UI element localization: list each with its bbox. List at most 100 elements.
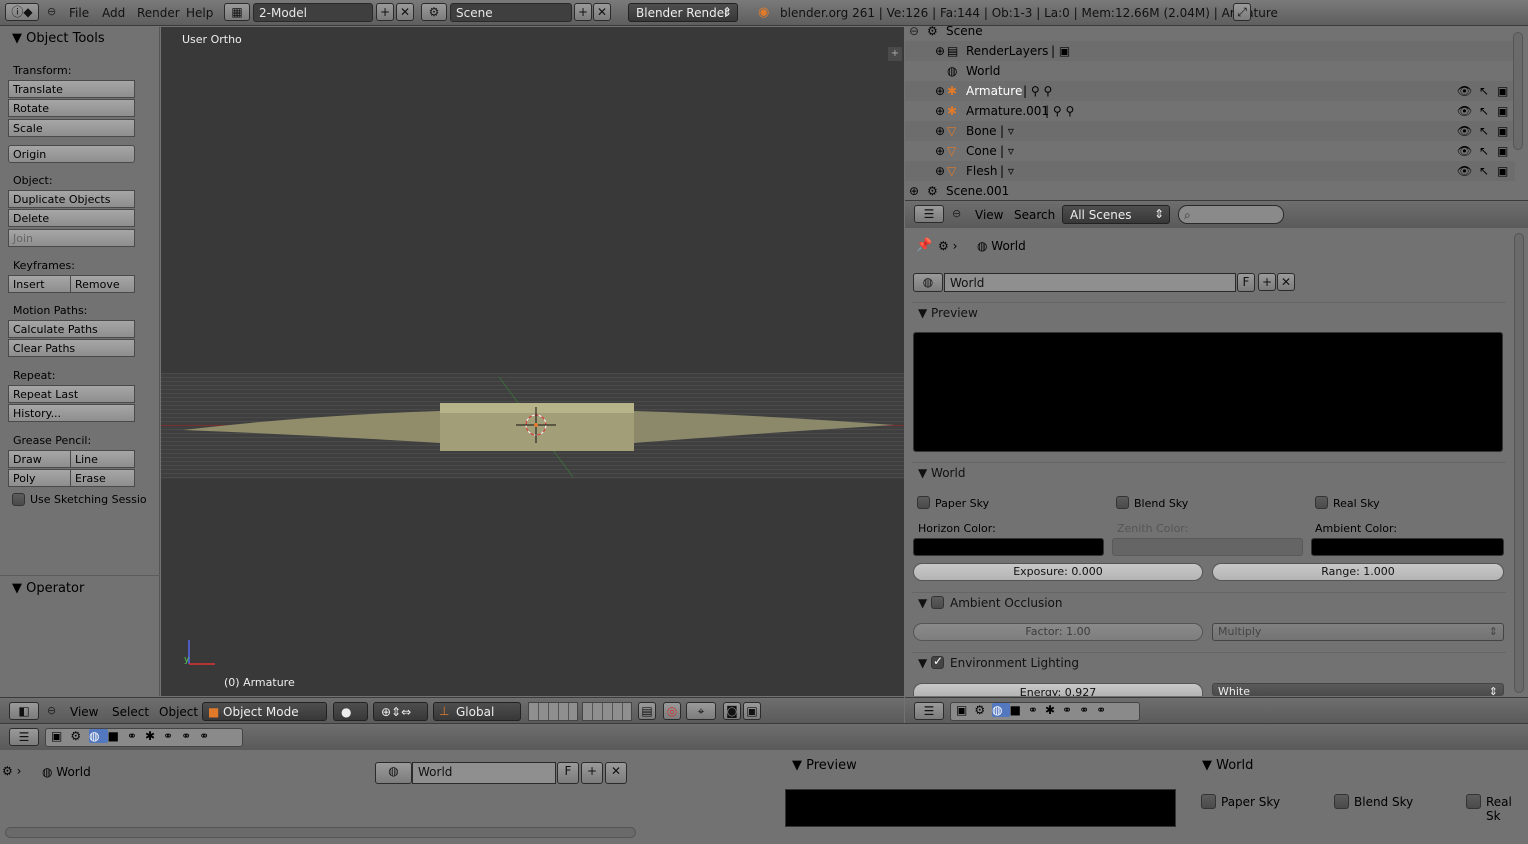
- mesh-object[interactable]: [161, 367, 904, 487]
- properties-toggle-icon[interactable]: +: [888, 47, 902, 61]
- editor-type-icon[interactable]: ☰: [914, 205, 944, 223]
- draw-button[interactable]: Draw: [8, 450, 71, 468]
- clear-paths-button[interactable]: Clear Paths: [8, 339, 135, 357]
- outliner-search-menu[interactable]: Search: [1014, 208, 1055, 222]
- poly-button[interactable]: Poly: [8, 469, 71, 487]
- calculate-paths-button[interactable]: Calculate Paths: [8, 320, 135, 338]
- outliner-row-scene-001[interactable]: ⊕ ⚙ Scene.001: [905, 181, 1515, 201]
- erase-button[interactable]: Erase: [70, 469, 135, 487]
- outliner-row-armature[interactable]: ⊕ ✱ Armature | ⚲ ⚲ 👁 ↖ ▣: [905, 81, 1515, 101]
- ambient-color-swatch[interactable]: [1311, 538, 1504, 556]
- select-cursor-icon[interactable]: ↖: [1479, 84, 1489, 98]
- render-camera-icon[interactable]: ▣: [1497, 104, 1508, 118]
- collapse-icon[interactable]: ⊖: [47, 5, 56, 18]
- ao-blend-dropdown[interactable]: Multiply ⇕: [1212, 623, 1504, 641]
- 3d-viewport[interactable]: User Ortho + y (0) Armature: [161, 27, 904, 696]
- render-camera-icon[interactable]: ▣: [1497, 164, 1508, 178]
- blend-sky-checkbox[interactable]: [1334, 794, 1349, 809]
- repeat-last-button[interactable]: Repeat Last: [8, 385, 135, 403]
- remove-scene-button[interactable]: ✕: [593, 3, 611, 21]
- properties-scrollbar[interactable]: [1514, 233, 1524, 693]
- object-tools-header[interactable]: ▼ Object Tools: [12, 31, 105, 46]
- fake-user-button[interactable]: F: [557, 762, 579, 784]
- pivot-dropdown[interactable]: ⊕⇕⇔: [373, 702, 428, 721]
- outliner-scrollbar[interactable]: [1513, 32, 1523, 150]
- mode-dropdown[interactable]: ■ Object Mode: [202, 702, 327, 721]
- editor-type-icon[interactable]: ☰: [914, 702, 944, 720]
- history-button[interactable]: History...: [8, 404, 135, 422]
- remove-screen-button[interactable]: ✕: [396, 3, 414, 21]
- env-color-dropdown[interactable]: White ⇕: [1212, 683, 1504, 696]
- snap-icon[interactable]: ⌖: [686, 702, 716, 720]
- duplicate-objects-button[interactable]: Duplicate Objects: [8, 190, 135, 208]
- shading-dropdown[interactable]: ●: [333, 702, 368, 721]
- world-name-field[interactable]: World: [944, 273, 1236, 292]
- collapse-icon[interactable]: ⊖: [47, 704, 56, 717]
- unlink-world-button[interactable]: ✕: [1277, 273, 1295, 291]
- orientation-dropdown[interactable]: ⊥ Global: [433, 702, 521, 721]
- visibility-eye-icon[interactable]: 👁: [1457, 144, 1472, 158]
- visibility-eye-icon[interactable]: 👁: [1457, 104, 1472, 118]
- select-menu[interactable]: Select: [112, 705, 149, 719]
- select-cursor-icon[interactable]: ↖: [1479, 164, 1489, 178]
- render-icon[interactable]: ◙: [723, 702, 741, 720]
- paper-sky-checkbox[interactable]: [917, 496, 930, 509]
- proportional-edit-icon[interactable]: ◎: [663, 702, 681, 720]
- ao-factor-slider[interactable]: Factor: 1.00: [913, 623, 1203, 641]
- add-screen-button[interactable]: +: [376, 3, 394, 21]
- sketching-session-checkbox[interactable]: [12, 493, 25, 506]
- outliner-row-cone[interactable]: ⊕ ▽ Cone | ▿ 👁 ↖ ▣: [905, 141, 1515, 161]
- horizontal-scrollbar[interactable]: [5, 827, 636, 838]
- zenith-color-swatch[interactable]: [1112, 538, 1303, 556]
- context-tabs[interactable]: ▣⚙◍■⚭✱⚭⚭⚭: [950, 702, 1140, 721]
- select-cursor-icon[interactable]: ↖: [1479, 144, 1489, 158]
- select-cursor-icon[interactable]: ↖: [1479, 124, 1489, 138]
- new-world-button[interactable]: +: [1258, 273, 1276, 291]
- translate-button[interactable]: Translate: [8, 80, 135, 98]
- visibility-eye-icon[interactable]: 👁: [1457, 124, 1472, 138]
- layer-buttons[interactable]: [528, 702, 578, 721]
- preview-panel-header[interactable]: ▼ Preview: [912, 302, 1506, 324]
- unlink-world-button[interactable]: ✕: [605, 762, 627, 784]
- visibility-eye-icon[interactable]: 👁: [1457, 164, 1472, 178]
- scene-field[interactable]: Scene: [450, 3, 572, 22]
- real-sky-checkbox[interactable]: [1466, 794, 1481, 809]
- energy-slider[interactable]: Energy: 0.927: [913, 683, 1203, 696]
- collapse-icon[interactable]: ⊖: [952, 207, 961, 220]
- render-engine-dropdown[interactable]: Blender Render ⇕: [628, 3, 738, 22]
- world-name-field[interactable]: World: [412, 762, 556, 784]
- screen-field[interactable]: 2-Model: [253, 3, 373, 22]
- new-world-button[interactable]: +: [581, 762, 603, 784]
- remove-keyframe-button[interactable]: Remove: [70, 275, 135, 293]
- world-panel-header[interactable]: ▼ World: [1202, 758, 1253, 773]
- insert-keyframe-button[interactable]: Insert: [8, 275, 71, 293]
- paper-sky-checkbox[interactable]: [1201, 794, 1216, 809]
- context-tabs[interactable]: ▣⚙◍■⚭✱⚭⚭⚭: [45, 728, 243, 747]
- menu-render[interactable]: Render: [137, 6, 180, 20]
- menu-file[interactable]: File: [69, 6, 89, 20]
- outliner-row-scene[interactable]: ⊖ ⚙ Scene: [905, 21, 1515, 41]
- outliner-row-armature-001[interactable]: ⊕ ✱ Armature.001 | ⚲ ⚲ 👁 ↖ ▣: [905, 101, 1515, 121]
- ao-panel-header[interactable]: ▼ Ambient Occlusion: [912, 592, 1506, 614]
- render-camera-icon[interactable]: ▣: [1497, 124, 1508, 138]
- outliner-row-renderlayers[interactable]: ⊕ ▤ RenderLayers | ▣: [905, 41, 1515, 61]
- outliner-search-input[interactable]: ⌕: [1178, 205, 1284, 224]
- outliner-row-flesh[interactable]: ⊕ ▽ Flesh | ▿ 👁 ↖ ▣: [905, 161, 1515, 181]
- editor-type-icon[interactable]: ◧: [9, 702, 39, 720]
- fake-user-button[interactable]: F: [1237, 273, 1255, 292]
- menu-help[interactable]: Help: [186, 6, 213, 20]
- env-panel-header[interactable]: ▼ Environment Lighting: [912, 652, 1506, 674]
- world-panel-header[interactable]: ▼ World: [912, 462, 1506, 484]
- blend-sky-checkbox[interactable]: [1116, 496, 1129, 509]
- preview-panel-header[interactable]: ▼ Preview: [792, 758, 857, 773]
- ao-checkbox[interactable]: [931, 596, 944, 609]
- join-button[interactable]: Join: [8, 229, 135, 247]
- operator-header[interactable]: ▼ Operator: [12, 581, 84, 596]
- visibility-eye-icon[interactable]: 👁: [1457, 84, 1472, 98]
- screen-layout-icon[interactable]: ▦: [224, 3, 250, 21]
- info-editor-icon[interactable]: ⓘ◆: [5, 3, 39, 21]
- env-lighting-checkbox[interactable]: [931, 654, 944, 669]
- editor-type-icon[interactable]: ☰: [9, 728, 39, 746]
- line-button[interactable]: Line: [70, 450, 135, 468]
- outliner-row-bone[interactable]: ⊕ ▽ Bone | ▿ 👁 ↖ ▣: [905, 121, 1515, 141]
